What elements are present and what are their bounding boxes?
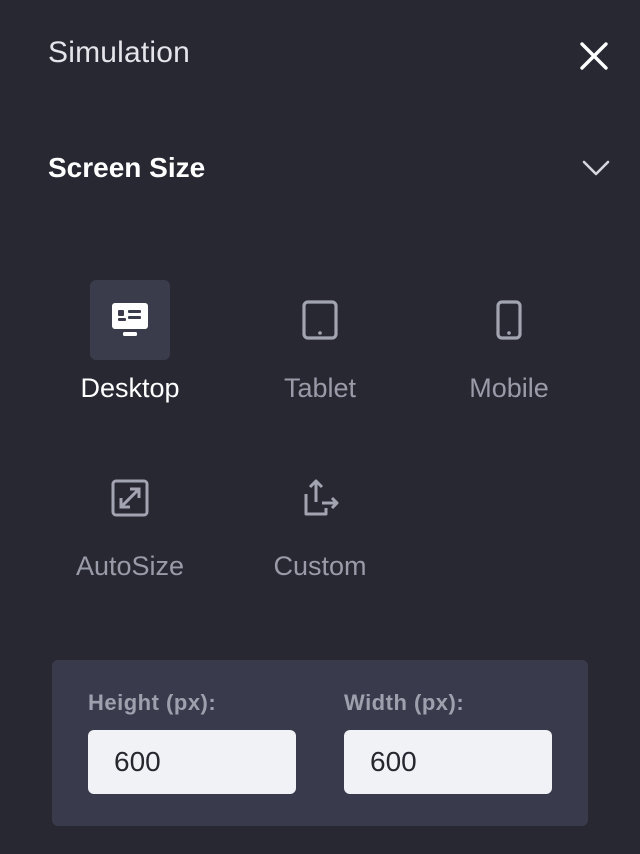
height-field: Height (px): [88, 690, 296, 794]
desktop-icon-tile [90, 280, 170, 360]
height-input[interactable] [88, 730, 296, 794]
mobile-icon [496, 300, 522, 340]
chevron-down-icon [582, 160, 610, 176]
custom-icon-tile [280, 458, 360, 538]
option-custom[interactable]: Custom [230, 458, 410, 598]
option-autosize[interactable]: AutoSize [40, 458, 220, 598]
option-label-desktop: Desktop [80, 373, 180, 403]
option-mobile[interactable]: Mobile [419, 280, 599, 420]
autosize-icon [111, 479, 149, 517]
option-label-tablet: Tablet [283, 373, 357, 403]
tablet-icon [302, 300, 338, 340]
custom-size-card: Height (px): Width (px): [52, 660, 588, 826]
option-label-autosize: AutoSize [75, 551, 185, 581]
width-field: Width (px): [344, 690, 552, 794]
mobile-icon-tile [469, 280, 549, 360]
tablet-icon-tile [280, 280, 360, 360]
close-icon [580, 42, 608, 70]
option-tablet[interactable]: Tablet [230, 280, 410, 420]
height-label: Height (px): [88, 690, 217, 715]
width-input[interactable] [344, 730, 552, 794]
close-button[interactable] [574, 36, 614, 76]
panel-title: Simulation [48, 36, 191, 69]
section-title: Screen Size [48, 152, 206, 183]
simulation-panel: Simulation Screen Size Desktop Tablet Mo… [0, 0, 640, 854]
option-label-custom: Custom [273, 551, 367, 581]
autosize-icon-tile [90, 458, 170, 538]
option-label-mobile: Mobile [469, 373, 549, 403]
custom-icon [304, 479, 339, 516]
width-label: Width (px): [344, 690, 465, 715]
option-desktop[interactable]: Desktop [40, 280, 220, 420]
screen-size-section-toggle[interactable]: Screen Size [48, 140, 618, 196]
desktop-icon [112, 303, 148, 336]
